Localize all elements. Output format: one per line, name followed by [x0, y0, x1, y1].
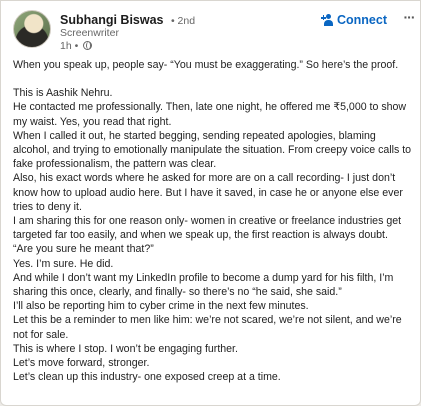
post-card: Subhangi Biswas • 2nd Screenwriter 1h • … — [0, 0, 421, 406]
post-paragraph: Let’s move forward, stronger. — [13, 357, 150, 370]
post-paragraph: He contacted me professionally. Then, la… — [13, 101, 407, 128]
post-paragraph: Let this be a reminder to men like him: … — [13, 314, 402, 341]
more-options-icon[interactable]: ··· — [401, 10, 417, 27]
post-paragraph: “Are you sure he meant that?” — [13, 243, 154, 256]
post-paragraph: Let’s clean up this industry- one expose… — [13, 371, 281, 384]
post-body: When you speak up, people say- “You must… — [13, 58, 413, 384]
person-plus-icon — [321, 14, 334, 26]
author-headline: Screenwriter — [60, 27, 119, 39]
post-paragraph: When you speak up, people say- “You must… — [13, 59, 399, 71]
author-name[interactable]: Subhangi Biswas — [60, 13, 164, 27]
post-paragraph: I’ll also be reporting him to cyber crim… — [13, 300, 309, 313]
post-paragraph: This is where I stop. I won’t be engagin… — [13, 342, 238, 355]
post-paragraph: This is Aashik Nehru. — [13, 87, 113, 100]
post-header: Subhangi Biswas • 2nd Screenwriter 1h • … — [13, 7, 416, 52]
post-paragraph: Yes. I’m sure. He did. — [13, 257, 114, 270]
post-meta: 1h • — [60, 40, 93, 52]
connect-button[interactable]: Connect — [321, 10, 387, 30]
connect-label: Connect — [337, 13, 387, 27]
post-paragraph: And while I don’t want my LinkedIn profi… — [13, 271, 394, 299]
post-paragraph: Also, his exact words where he asked for… — [13, 172, 403, 213]
connection-degree: • 2nd — [170, 15, 196, 27]
post-time: 1h • — [60, 40, 79, 52]
globe-icon — [83, 41, 93, 50]
post-paragraph: When I called it out, he started begging… — [13, 129, 412, 171]
post-paragraph: I am sharing this for one reason only- w… — [13, 215, 402, 242]
avatar[interactable] — [13, 10, 51, 48]
